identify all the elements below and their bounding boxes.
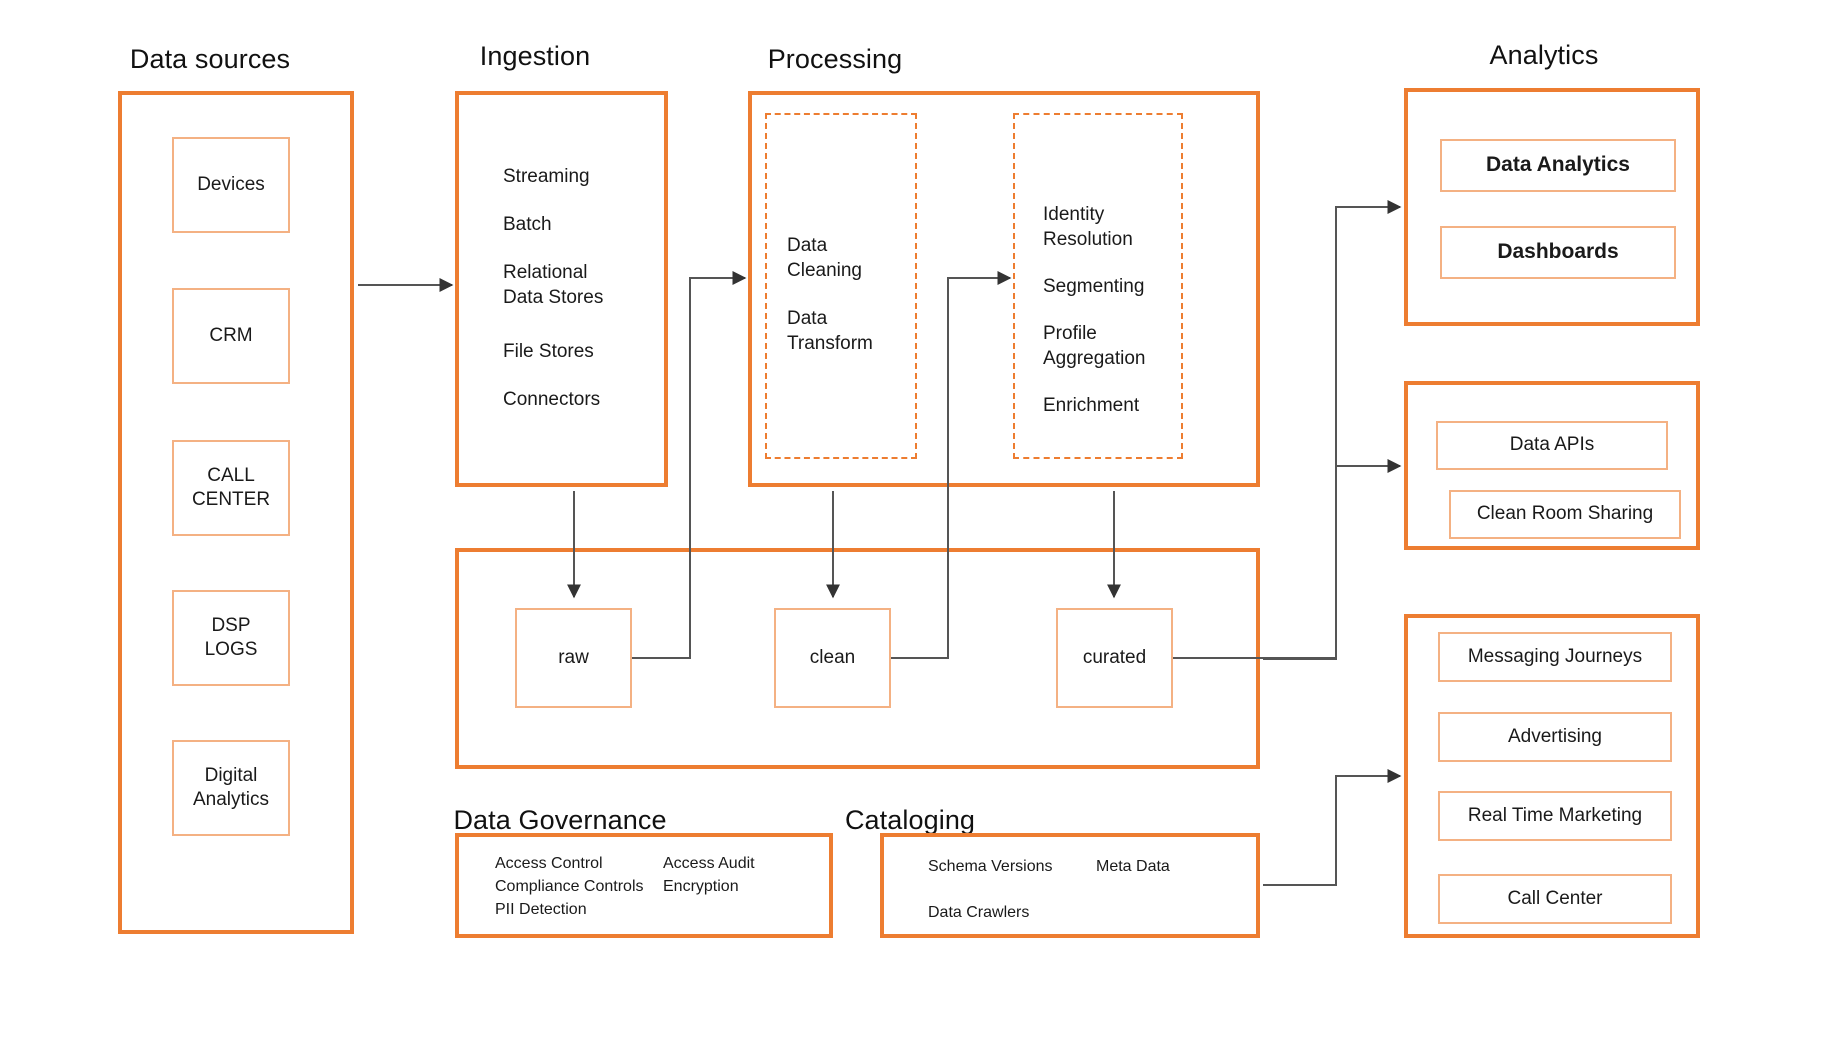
storage-item-raw[interactable]: raw — [515, 608, 632, 708]
activation-item-real-time-marketing[interactable]: Real Time Marketing — [1438, 791, 1672, 841]
group-analytics — [1404, 88, 1700, 326]
data-source-item-crm[interactable]: CRM — [172, 288, 290, 384]
analytics-item-dashboards[interactable]: Dashboards — [1440, 226, 1676, 279]
title-cataloging: Cataloging — [844, 805, 976, 835]
data-source-item-call-center[interactable]: CALL CENTER — [172, 440, 290, 536]
activation-item-call-center[interactable]: Call Center — [1438, 874, 1672, 924]
connector-storage-to-collaboration — [1263, 459, 1402, 660]
connector-cataloging-to-activation — [1263, 769, 1402, 886]
cataloging-column-left[interactable]: Schema Versions Data Crawlers — [928, 855, 1053, 925]
data-governance-column-right[interactable]: Access Audit Encryption — [663, 852, 755, 898]
title-analytics: Analytics — [1489, 40, 1599, 70]
storage-item-clean[interactable]: clean — [774, 608, 891, 708]
processing-item-segmenting[interactable]: Segmenting — [1043, 275, 1144, 300]
collaboration-item-clean-room-sharing[interactable]: Clean Room Sharing — [1449, 490, 1681, 539]
collaboration-item-data-apis[interactable]: Data APIs — [1436, 421, 1668, 470]
storage-item-curated[interactable]: curated — [1056, 608, 1173, 708]
activation-item-messaging-journeys[interactable]: Messaging Journeys — [1438, 632, 1672, 682]
processing-item-data-transform[interactable]: Data Transform — [787, 307, 873, 356]
data-source-item-devices[interactable]: Devices — [172, 137, 290, 233]
diagram-canvas: Data sources Ingestion Processing Analyt… — [0, 0, 1828, 1059]
title-ingestion: Ingestion — [479, 41, 591, 71]
title-data-governance: Data Governance — [453, 805, 667, 835]
processing-item-identity-resolution[interactable]: Identity Resolution — [1043, 203, 1133, 252]
processing-panel-cleaning — [765, 113, 917, 459]
ingestion-item-relational-data-stores[interactable]: Relational Data Stores — [503, 261, 603, 310]
ingestion-item-batch[interactable]: Batch — [503, 213, 552, 238]
data-source-item-dsp-logs[interactable]: DSP LOGS — [172, 590, 290, 686]
cataloging-column-right[interactable]: Meta Data — [1096, 855, 1170, 878]
data-governance-column-left[interactable]: Access Control Compliance Controls PII D… — [495, 852, 644, 922]
analytics-item-data-analytics[interactable]: Data Analytics — [1440, 139, 1676, 192]
processing-item-data-cleaning[interactable]: Data Cleaning — [787, 234, 862, 283]
data-source-item-digital-analytics[interactable]: Digital Analytics — [172, 740, 290, 836]
title-processing: Processing — [767, 44, 903, 74]
activation-item-advertising[interactable]: Advertising — [1438, 712, 1672, 762]
ingestion-item-file-stores[interactable]: File Stores — [503, 340, 594, 365]
processing-item-enrichment[interactable]: Enrichment — [1043, 394, 1139, 419]
ingestion-item-streaming[interactable]: Streaming — [503, 165, 590, 190]
ingestion-item-connectors[interactable]: Connectors — [503, 388, 600, 413]
title-data-sources: Data sources — [129, 44, 291, 74]
processing-item-profile-aggregation[interactable]: Profile Aggregation — [1043, 322, 1145, 371]
